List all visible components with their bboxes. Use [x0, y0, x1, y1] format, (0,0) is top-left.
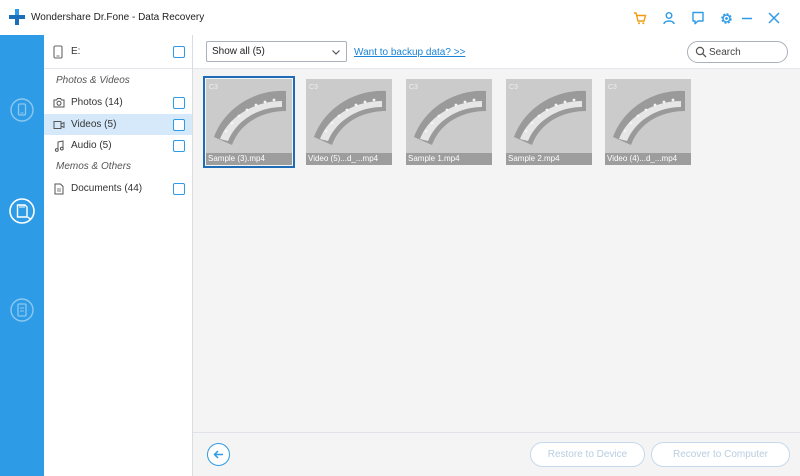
drfone-logo-icon [9, 9, 25, 25]
device-row[interactable]: E: [44, 41, 192, 62]
category-videos[interactable]: Videos (5) [44, 114, 192, 135]
footer-bar: Restore to Device Recover to Computer [193, 432, 800, 476]
select-all-checkbox[interactable] [173, 45, 185, 58]
file-name: Video (4)...d_...mp4 [605, 153, 691, 165]
file-thumbnail[interactable]: C3 Sample 1.mp4 [406, 79, 492, 165]
documents-checkbox[interactable] [173, 182, 185, 195]
category-documents[interactable]: Documents (44) [44, 178, 192, 199]
file-name: Sample 1.mp4 [406, 153, 492, 165]
music-icon [53, 139, 65, 152]
category-photos[interactable]: Photos (14) [44, 92, 192, 113]
category-label: Audio (5) [71, 140, 112, 151]
file-thumbnail[interactable]: C3 Sample (3).mp4 [203, 76, 295, 168]
filter-value: Show all (5) [212, 46, 265, 57]
section-photos-videos: Photos & Videos [56, 75, 130, 86]
filter-dropdown[interactable]: Show all (5) [206, 41, 347, 62]
file-name: Sample 2.mp4 [506, 153, 592, 165]
backup-link[interactable]: Want to backup data? >> [354, 47, 465, 58]
mode-rail [0, 35, 44, 476]
photos-checkbox[interactable] [173, 96, 185, 109]
back-button[interactable] [207, 443, 230, 466]
document-icon [53, 183, 65, 195]
category-label: Photos (14) [71, 97, 123, 108]
phone-icon [52, 44, 64, 59]
device-label: E: [71, 46, 81, 57]
section-memos-others: Memos & Others [56, 161, 132, 172]
svg-text:C3: C3 [608, 84, 617, 91]
main-panel: Show all (5) Want to backup data? >> Sea… [193, 35, 800, 476]
category-audio[interactable]: Audio (5) [44, 135, 192, 156]
svg-text:C3: C3 [209, 84, 218, 91]
app-title: Wondershare Dr.Fone - Data Recovery [31, 12, 205, 23]
file-thumbnail[interactable]: C3 Video (4)...d_...mp4 [605, 79, 691, 165]
search-input[interactable]: Search [687, 41, 788, 63]
phone-recover-icon[interactable] [7, 95, 37, 125]
category-panel: E: Photos & Videos Photos (14) Videos (5… [44, 35, 193, 476]
backup-recover-icon[interactable] [7, 295, 37, 325]
toolbar: Show all (5) Want to backup data? >> Sea… [193, 35, 800, 69]
arrow-left-icon [213, 450, 223, 459]
videos-checkbox[interactable] [173, 118, 185, 131]
recover-to-computer-button[interactable]: Recover to Computer [651, 442, 790, 467]
file-thumbnail[interactable]: C3 Sample 2.mp4 [506, 79, 592, 165]
sd-card-recover-icon[interactable] [7, 196, 37, 226]
camera-icon [53, 97, 65, 109]
title-bar: Wondershare Dr.Fone - Data Recovery [0, 0, 800, 35]
audio-checkbox[interactable] [173, 139, 185, 152]
file-name: Sample (3).mp4 [206, 153, 292, 165]
category-label: Videos (5) [71, 119, 117, 130]
file-name: Video (5)...d_...mp4 [306, 153, 392, 165]
user-icon[interactable] [661, 10, 677, 26]
cart-icon[interactable] [632, 10, 648, 26]
video-icon [53, 119, 65, 131]
svg-text:C3: C3 [309, 84, 318, 91]
chevron-down-icon [332, 50, 340, 55]
category-label: Documents (44) [71, 183, 143, 194]
settings-icon[interactable] [718, 10, 734, 26]
feedback-icon[interactable] [690, 10, 706, 26]
close-icon[interactable] [766, 10, 782, 26]
svg-text:C3: C3 [409, 84, 418, 91]
search-icon [695, 46, 707, 58]
file-thumbnail[interactable]: C3 Video (5)...d_...mp4 [306, 79, 392, 165]
search-placeholder: Search [709, 47, 741, 58]
restore-to-device-button[interactable]: Restore to Device [530, 442, 645, 467]
svg-text:C3: C3 [509, 84, 518, 91]
divider [44, 68, 192, 69]
minimize-icon[interactable] [739, 10, 755, 26]
